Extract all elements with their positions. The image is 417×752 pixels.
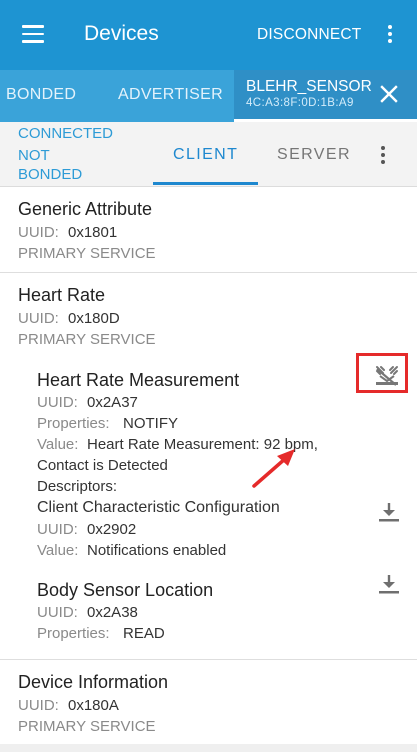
download-icon[interactable] (377, 501, 401, 523)
client-tab-indicator (153, 182, 258, 185)
tab-device[interactable]: BLEHR_SENSOR 4C:A3:8F:0D:1B:A9 (234, 70, 417, 122)
disconnect-button[interactable]: DISCONNECT (257, 26, 361, 44)
connection-bar: CONNECTED NOT BONDED CLIENT SERVER (0, 122, 417, 187)
device-name: BLEHR_SENSOR (246, 78, 372, 95)
divider (0, 272, 417, 273)
tab-advertiser[interactable]: ADVERTISER (118, 86, 223, 104)
uuid-label: UUID: (18, 697, 59, 714)
characteristic-uuid: 0x2A38 (87, 604, 138, 621)
characteristic-uuid: 0x2A37 (87, 394, 138, 411)
uuid-label: UUID: (18, 310, 59, 327)
service-uuid: 0x180A (68, 697, 119, 714)
characteristic-properties: NOTIFY (123, 415, 178, 432)
uuid-label: UUID: (37, 394, 78, 411)
divider (0, 659, 417, 660)
descriptor-value: Notifications enabled (87, 542, 227, 559)
value-label: Value: (37, 436, 79, 453)
descriptor-name: Client Characteristic Configuration (37, 499, 280, 516)
list-end (0, 744, 417, 752)
descriptor-uuid: 0x2902 (87, 521, 137, 538)
characteristic-properties: READ (123, 625, 165, 642)
uuid-label: UUID: (18, 224, 59, 241)
status-not: NOT (18, 147, 50, 164)
service-name: Device Information (18, 672, 169, 692)
service-name: Generic Attribute (18, 199, 153, 219)
properties-label: Properties: (37, 415, 110, 432)
download-icon[interactable] (377, 573, 401, 595)
service-name: Heart Rate (18, 285, 106, 305)
tab-client[interactable]: CLIENT (173, 146, 238, 164)
value-label: Value: (37, 542, 79, 559)
device-tab-bar: BONDED ADVERTISER BLEHR_SENSOR 4C:A3:8F:… (0, 70, 417, 122)
characteristic-value-cont: Contact is Detected (37, 457, 168, 474)
service-uuid: 0x180D (68, 310, 120, 327)
status-connected: CONNECTED (18, 125, 114, 142)
characteristic-name: Heart Rate Measurement (37, 370, 240, 390)
tab-server[interactable]: SERVER (277, 146, 351, 164)
characteristic-name: Body Sensor Location (37, 580, 214, 600)
app-bar: Devices DISCONNECT (0, 0, 417, 70)
more-vert-icon[interactable] (388, 25, 392, 46)
annotation-arrow (252, 449, 295, 488)
uuid-label: UUID: (37, 521, 78, 538)
close-icon[interactable] (379, 84, 399, 104)
service-list: Generic Attribute UUID: 0x1801 PRIMARY S… (0, 187, 417, 752)
menu-icon[interactable] (22, 25, 44, 43)
app-title: Devices (84, 22, 159, 45)
service-type: PRIMARY SERVICE (18, 331, 156, 348)
service-type: PRIMARY SERVICE (18, 718, 156, 735)
descriptors-label: Descriptors: (37, 478, 118, 495)
tab-bonded[interactable]: BONDED (6, 86, 76, 104)
service-type: PRIMARY SERVICE (18, 245, 156, 262)
uuid-label: UUID: (37, 604, 78, 621)
more-vert-icon[interactable] (381, 146, 385, 167)
properties-label: Properties: (37, 625, 110, 642)
notify-disabled-icon[interactable] (374, 365, 400, 387)
service-uuid: 0x1801 (68, 224, 118, 241)
device-address: 4C:A3:8F:0D:1B:A9 (246, 97, 354, 109)
status-bonded: BONDED (18, 166, 83, 183)
